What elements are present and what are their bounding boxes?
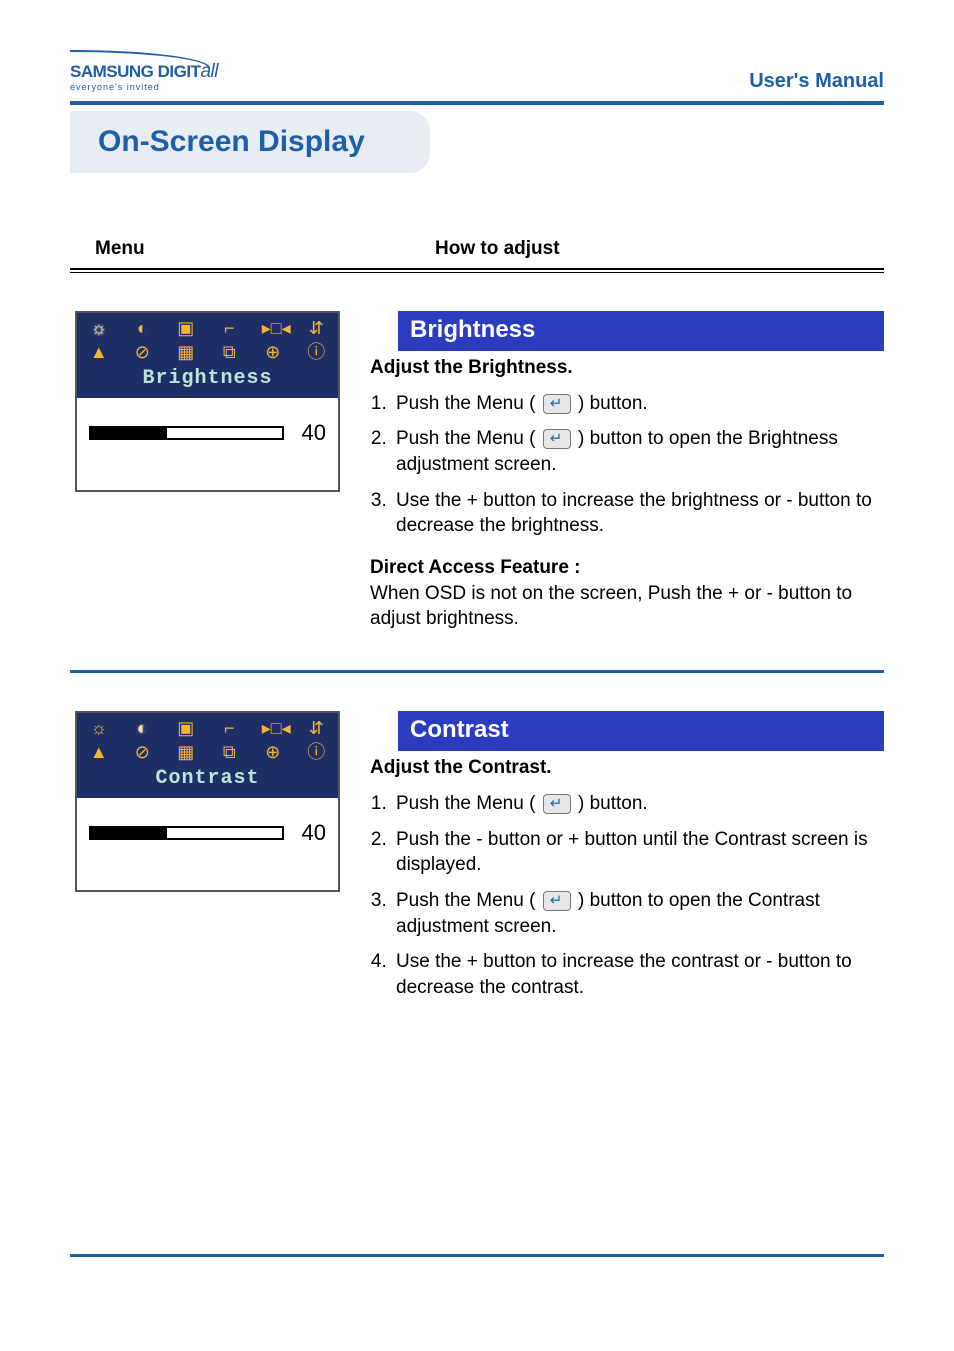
osd-icon: ⧉ <box>218 743 240 761</box>
col-header-menu: Menu <box>95 238 435 260</box>
entry-subheading: Adjust the Contrast. <box>370 755 884 781</box>
heading-wrap: Brightness <box>370 311 884 351</box>
osd-slider <box>89 826 284 840</box>
column-rule-bottom <box>70 272 884 273</box>
logo-text-main: SAMSUNG DIGITall <box>70 62 218 81</box>
step-item: Push the Menu ( ) button. <box>392 791 884 817</box>
osd-icon: ⌐ <box>218 719 240 737</box>
osd-icon: ⓘ <box>305 743 327 761</box>
osd-icon: ⊕ <box>262 743 284 761</box>
direct-access-body: When OSD is not on the screen, Push the … <box>370 581 884 632</box>
osd-icon: ☼ <box>88 319 110 337</box>
osd-label: Contrast <box>77 765 338 798</box>
entry: ☼ ◐ ▣ ⌐ ▸□◂ ⇵ ▲ ⊘ ▦ ⧉ ⊕ ⓘ Brightness 40 Brightness Adju… <box>70 311 884 670</box>
menu-button-icon <box>543 394 571 414</box>
osd-icon: ⊕ <box>262 343 284 361</box>
osd-slider-fill <box>91 828 167 838</box>
column-headers: Menu How to adjust <box>70 238 884 268</box>
heading-wrap: Contrast <box>370 711 884 751</box>
osd-body: 40 <box>77 798 338 890</box>
osd-icon: ⇵ <box>305 719 327 737</box>
step-item: Use the + button to increase the brightn… <box>392 488 884 539</box>
osd-icon: ☼ <box>88 719 110 737</box>
osd-icon: ▦ <box>175 343 197 361</box>
manual-title: User's Manual <box>749 70 884 93</box>
entry-description: Brightness Adjust the Brightness. Push the… <box>370 311 884 632</box>
osd-icon: ▣ <box>175 719 197 737</box>
osd-icon: ▲ <box>88 743 110 761</box>
entry-description: Contrast Adjust the Contrast. Push the Men… <box>370 711 884 1017</box>
entries-container: ☼ ◐ ▣ ⌐ ▸□◂ ⇵ ▲ ⊘ ▦ ⧉ ⊕ ⓘ Brightness 40 Brightness Adju… <box>70 311 884 1055</box>
osd-label: Brightness <box>77 365 338 398</box>
osd-icon: ⓘ <box>305 343 327 361</box>
step-item: Push the Menu ( ) button to open the Con… <box>392 888 884 939</box>
osd-body: 40 <box>77 398 338 490</box>
entry-heading: Brightness <box>398 311 884 351</box>
menu-button-icon <box>543 891 571 911</box>
steps-list: Push the Menu ( ) button. Push the - butt… <box>370 791 884 1000</box>
osd-icon: ⌐ <box>218 319 240 337</box>
osd-screenshot: ☼ ◐ ▣ ⌐ ▸□◂ ⇵ ▲ ⊘ ▦ ⧉ ⊕ ⓘ Contrast 40 <box>75 711 340 892</box>
osd-icon: ⊘ <box>131 743 153 761</box>
osd-icon: ⇵ <box>305 319 327 337</box>
step-item: Push the Menu ( ) button. <box>392 391 884 417</box>
osd-screenshot: ☼ ◐ ▣ ⌐ ▸□◂ ⇵ ▲ ⊘ ▦ ⧉ ⊕ ⓘ Brightness 40 <box>75 311 340 492</box>
osd-icon: ◐ <box>131 319 153 337</box>
section-title: On-Screen Display <box>70 111 430 173</box>
step-item: Use the + button to increase the contras… <box>392 949 884 1000</box>
osd-icon: ▦ <box>175 743 197 761</box>
osd-icon: ◐ <box>131 719 153 737</box>
logo-tagline: everyone's invited <box>70 83 218 93</box>
col-header-howto: How to adjust <box>435 238 859 260</box>
step-item: Push the - button or + button until the … <box>392 827 884 878</box>
section-title-wrap: On-Screen Display <box>70 111 884 173</box>
osd-value: 40 <box>302 820 326 846</box>
footer-rule <box>70 1254 884 1257</box>
page: SAMSUNG DIGITall everyone's invited User… <box>0 0 954 1297</box>
osd-icon: ▲ <box>88 343 110 361</box>
entry-subheading: Adjust the Brightness. <box>370 355 884 381</box>
osd-slider <box>89 426 284 440</box>
menu-button-icon <box>543 794 571 814</box>
osd-icon-row: ☼ ◐ ▣ ⌐ ▸□◂ ⇵ ▲ ⊘ ▦ ⧉ ⊕ ⓘ <box>77 713 338 765</box>
step-item: Push the Menu ( ) button to open the Bri… <box>392 426 884 477</box>
page-header: SAMSUNG DIGITall everyone's invited User… <box>70 50 884 93</box>
osd-icon: ▸□◂ <box>262 319 284 337</box>
osd-icon-row: ☼ ◐ ▣ ⌐ ▸□◂ ⇵ ▲ ⊘ ▦ ⧉ ⊕ ⓘ <box>77 313 338 365</box>
entry-heading: Contrast <box>398 711 884 751</box>
entry: ☼ ◐ ▣ ⌐ ▸□◂ ⇵ ▲ ⊘ ▦ ⧉ ⊕ ⓘ Contrast 40 Contrast Adjust t… <box>70 711 884 1055</box>
osd-value: 40 <box>302 420 326 446</box>
steps-list: Push the Menu ( ) button. Push the Menu (… <box>370 391 884 539</box>
osd-icon: ▣ <box>175 319 197 337</box>
menu-button-icon <box>543 429 571 449</box>
osd-slider-fill <box>91 428 167 438</box>
osd-icon: ⧉ <box>218 343 240 361</box>
direct-access-title: Direct Access Feature : <box>370 555 884 581</box>
column-rule-top <box>70 268 884 270</box>
brand-logo: SAMSUNG DIGITall everyone's invited <box>70 50 218 93</box>
osd-icon: ▸□◂ <box>262 719 284 737</box>
osd-icon: ⊘ <box>131 343 153 361</box>
entry-separator <box>70 670 884 673</box>
header-rule <box>70 101 884 105</box>
